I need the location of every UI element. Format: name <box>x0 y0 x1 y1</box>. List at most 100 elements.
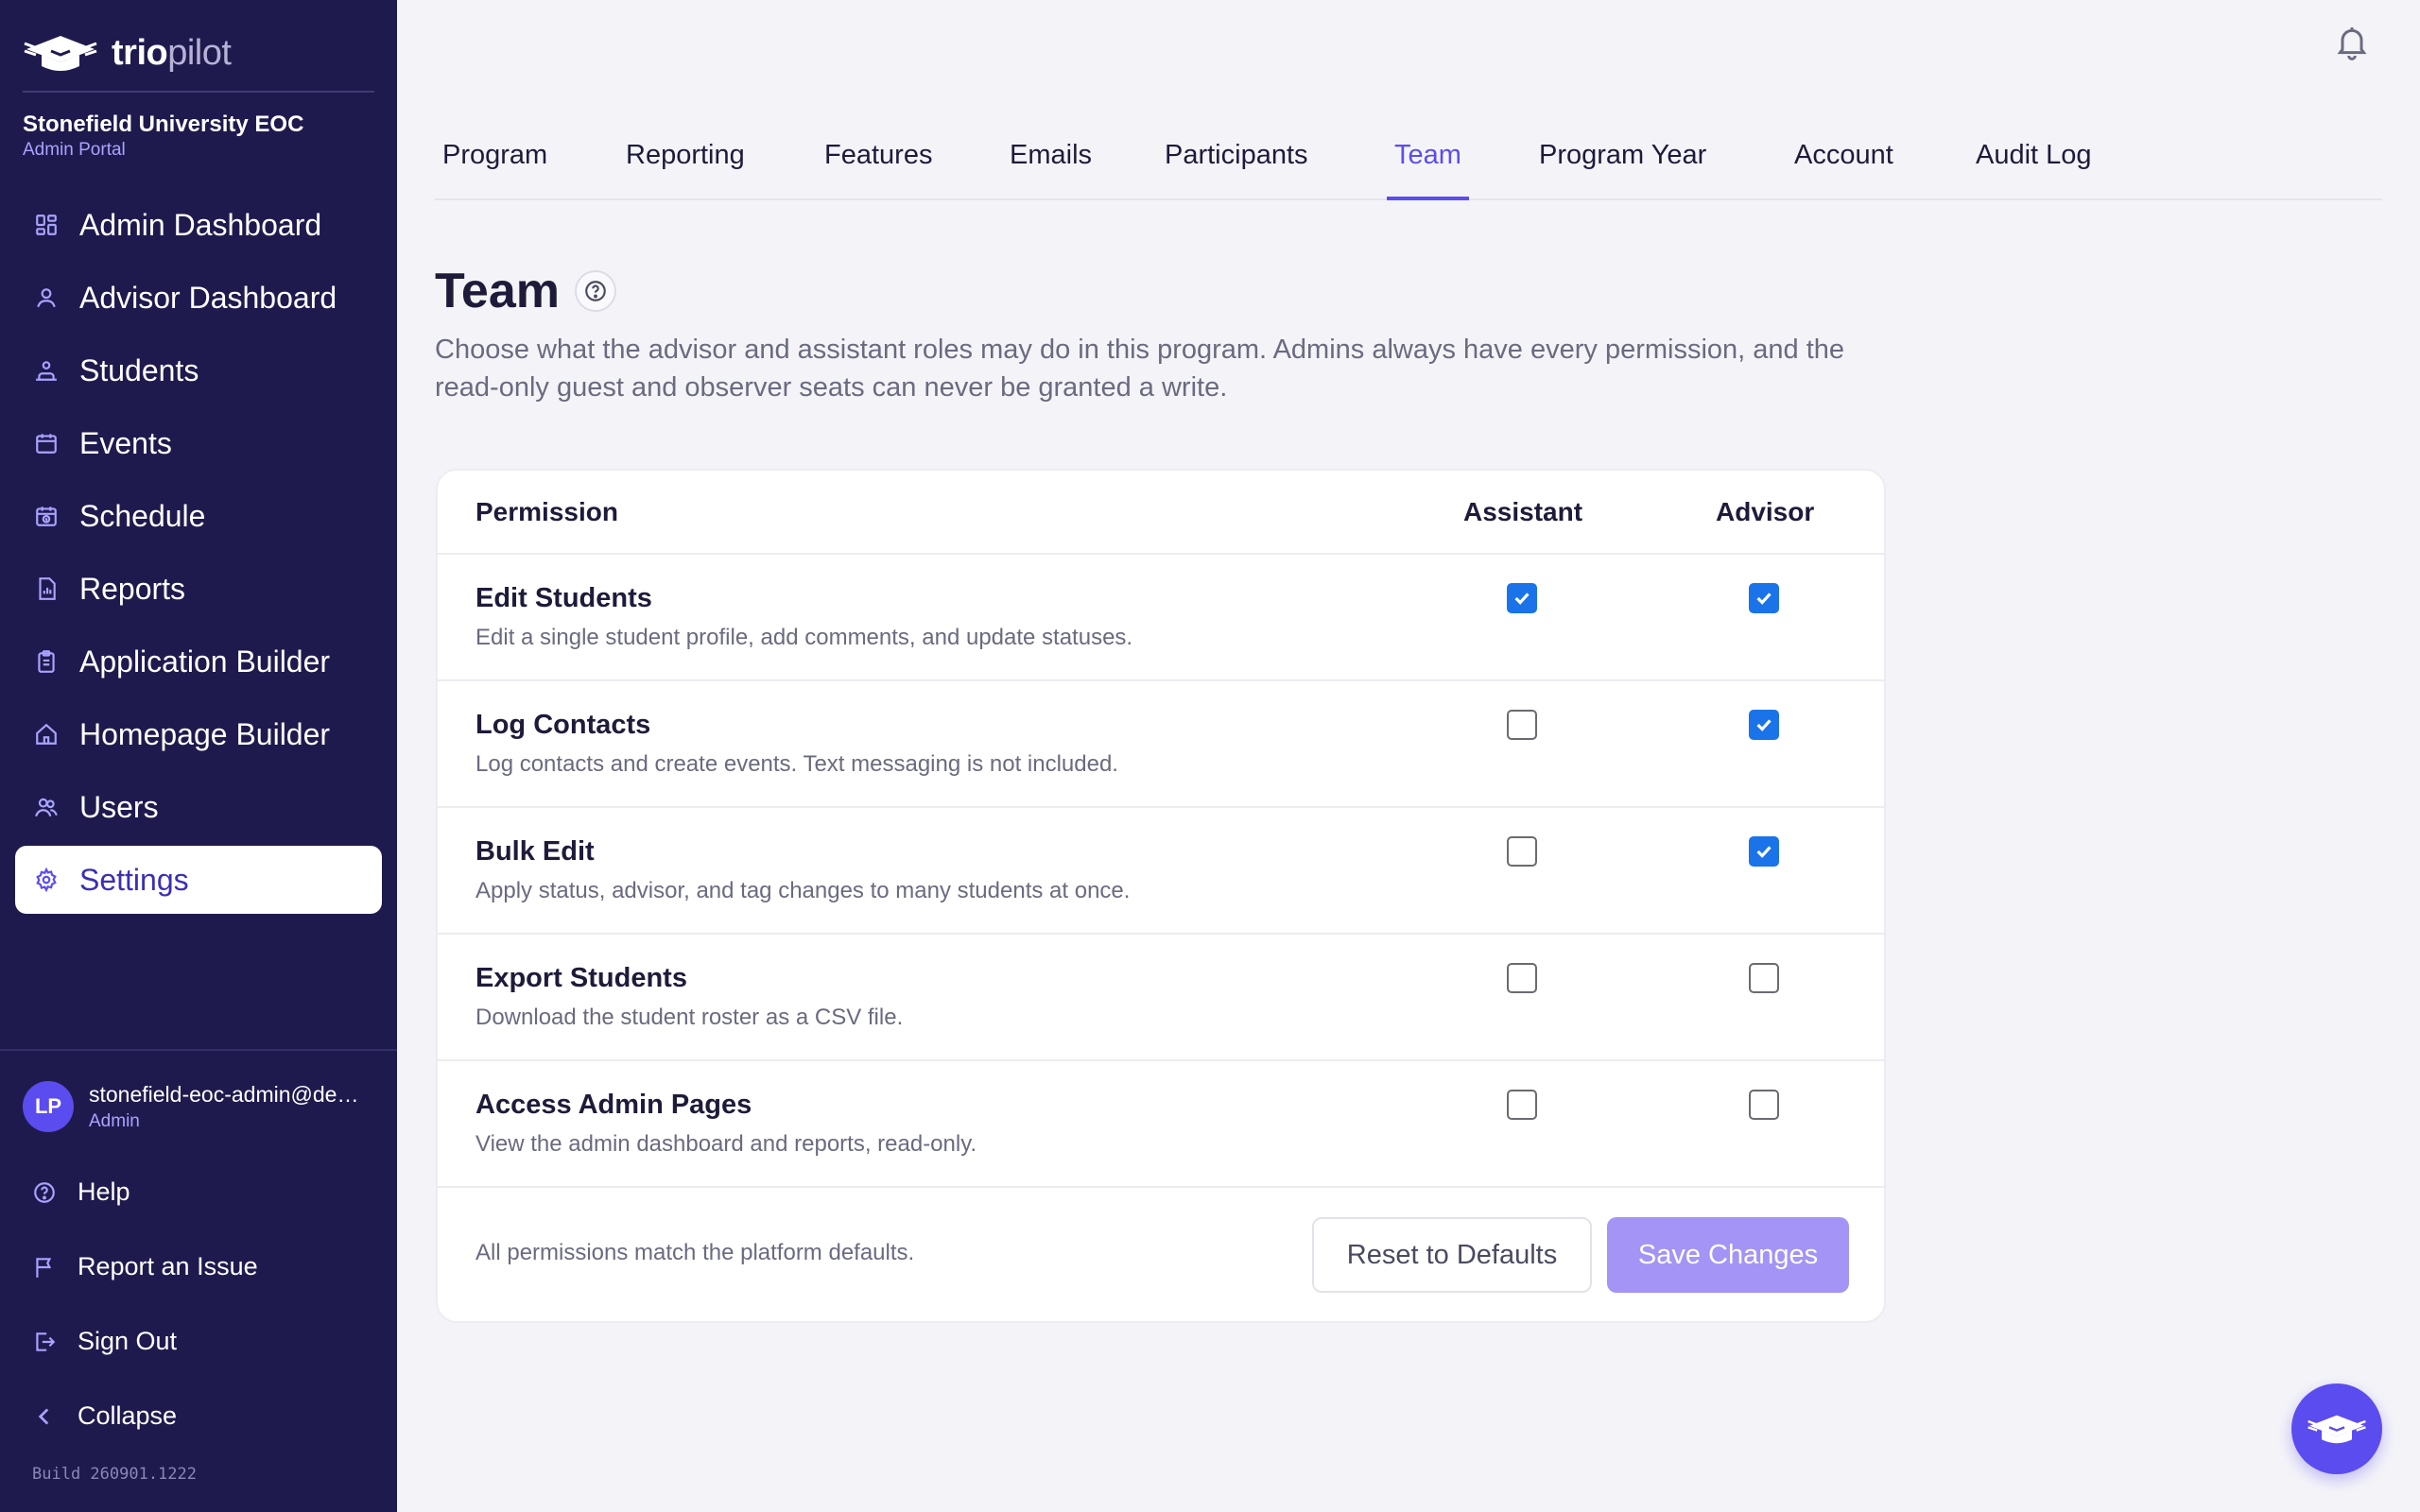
sidebar-item-students[interactable]: Students <box>15 336 382 404</box>
tab-features[interactable]: Features <box>817 132 940 200</box>
table-row: Bulk Edit Apply status, advisor, and tag… <box>438 808 1884 935</box>
build-version: Build 260901.1222 <box>32 1465 197 1484</box>
user-profile[interactable]: LP stonefield-eoc-admin@demo.triopilot.c… <box>23 1081 372 1132</box>
permission-description: Log contacts and create events. Text mes… <box>475 751 1118 777</box>
sidebar-item-label: Homepage Builder <box>79 716 331 751</box>
report-issue-label: Report an Issue <box>78 1252 258 1280</box>
chevron-left-icon <box>30 1402 59 1431</box>
sidebar-item-label: Users <box>79 789 159 824</box>
assistant-checkbox[interactable] <box>1507 963 1537 993</box>
sidebar-item-homepage-builder[interactable]: Homepage Builder <box>15 700 382 768</box>
person-icon <box>32 284 60 312</box>
help-label: Help <box>78 1177 130 1206</box>
help-circle-icon[interactable] <box>574 270 616 312</box>
home-icon <box>32 720 60 748</box>
assistant-checkbox[interactable] <box>1507 836 1537 867</box>
students-icon <box>32 356 60 385</box>
divider <box>0 1049 397 1051</box>
notifications-bell-icon[interactable] <box>2333 23 2371 60</box>
sidebar-item-users[interactable]: Users <box>15 773 382 841</box>
permission-description: Edit a single student profile, add comme… <box>475 625 1133 650</box>
permission-name: Log Contacts <box>475 710 651 740</box>
help-link[interactable]: Help <box>15 1155 382 1229</box>
table-row: Access Admin Pages View the admin dashbo… <box>438 1061 1884 1188</box>
permission-description: View the admin dashboard and reports, re… <box>475 1131 977 1157</box>
permission-name: Bulk Edit <box>475 836 595 867</box>
page-title: Team <box>435 264 560 318</box>
sidebar-item-advisor-dashboard[interactable]: Advisor Dashboard <box>15 264 382 332</box>
permission-name: Edit Students <box>475 583 652 613</box>
report-icon <box>32 575 60 603</box>
avatar: LP <box>23 1081 74 1132</box>
gear-icon <box>32 866 60 894</box>
flag-icon <box>30 1253 59 1281</box>
table-row: Export Students Download the student ros… <box>438 935 1884 1061</box>
permissions-card: Permission Assistant Advisor Edit Studen… <box>436 469 1886 1323</box>
sidebar-footer-links: Help Report an Issue Sign Out Collapse <box>15 1155 382 1453</box>
sidebar-item-application-builder[interactable]: Application Builder <box>15 627 382 696</box>
tab-emails[interactable]: Emails <box>1002 132 1099 200</box>
org-name: Stonefield University EOC <box>23 112 304 137</box>
column-header-advisor: Advisor <box>1716 497 1815 526</box>
permission-name: Export Students <box>475 963 687 993</box>
save-changes-button[interactable]: Save Changes <box>1607 1217 1849 1293</box>
sidebar-item-label: Reports <box>79 571 186 606</box>
table-header: Permission Assistant Advisor <box>438 471 1884 555</box>
assistant-checkbox[interactable] <box>1507 710 1537 740</box>
help-circle-icon <box>30 1178 59 1207</box>
dashboard-icon <box>32 211 60 239</box>
tab-reporting[interactable]: Reporting <box>618 132 752 200</box>
advisor-checkbox[interactable] <box>1749 710 1779 740</box>
advisor-checkbox[interactable] <box>1749 836 1779 867</box>
graduation-cap-logo-icon <box>24 36 97 71</box>
assistant-checkbox[interactable] <box>1507 583 1537 613</box>
sign-out-link[interactable]: Sign Out <box>15 1304 382 1379</box>
tab-team[interactable]: Team <box>1387 132 1469 200</box>
reset-defaults-button[interactable]: Reset to Defaults <box>1312 1217 1592 1293</box>
table-row: Log Contacts Log contacts and create eve… <box>438 681 1884 808</box>
schedule-icon <box>32 502 60 530</box>
calendar-icon <box>32 429 60 457</box>
tab-program[interactable]: Program <box>435 132 555 200</box>
user-email: stonefield-eoc-admin@demo.triopilot.com <box>89 1081 372 1107</box>
defaults-status: All permissions match the platform defau… <box>475 1240 915 1265</box>
tab-program-year[interactable]: Program Year <box>1531 132 1714 200</box>
tab-audit-log[interactable]: Audit Log <box>1968 132 2100 200</box>
sidebar-item-label: Application Builder <box>79 644 331 679</box>
users-icon <box>32 793 60 821</box>
user-role: Admin <box>89 1110 140 1131</box>
collapse-sidebar-button[interactable]: Collapse <box>15 1379 382 1453</box>
brand-name: triopilot <box>112 32 232 73</box>
column-header-assistant: Assistant <box>1463 497 1583 526</box>
graduation-cap-icon <box>2308 1415 2366 1444</box>
sidebar-nav: Admin Dashboard Advisor Dashboard Studen… <box>15 191 382 919</box>
sign-out-label: Sign Out <box>78 1327 178 1355</box>
sidebar-item-schedule[interactable]: Schedule <box>15 482 382 550</box>
table-row: Edit Students Edit a single student prof… <box>438 555 1884 681</box>
advisor-checkbox[interactable] <box>1749 583 1779 613</box>
advisor-checkbox[interactable] <box>1749 1090 1779 1120</box>
sidebar-item-settings[interactable]: Settings <box>15 846 382 914</box>
page-title-row: Team <box>435 263 616 319</box>
tab-participants[interactable]: Participants <box>1157 132 1316 200</box>
sidebar-item-label: Advisor Dashboard <box>79 280 337 315</box>
sidebar-item-label: Events <box>79 425 172 460</box>
sidebar-item-events[interactable]: Events <box>15 409 382 477</box>
portal-label: Admin Portal <box>23 140 126 160</box>
divider <box>23 91 374 93</box>
sign-out-icon <box>30 1328 59 1356</box>
sidebar-item-label: Students <box>79 352 199 387</box>
report-issue-link[interactable]: Report an Issue <box>15 1229 382 1304</box>
sidebar-item-admin-dashboard[interactable]: Admin Dashboard <box>15 191 382 259</box>
assistant-checkbox[interactable] <box>1507 1090 1537 1120</box>
assistant-fab-button[interactable] <box>2291 1383 2382 1474</box>
column-header-permission: Permission <box>475 497 618 526</box>
clipboard-icon <box>32 647 60 676</box>
brand-logo[interactable]: triopilot <box>23 26 232 79</box>
advisor-checkbox[interactable] <box>1749 963 1779 993</box>
tab-account[interactable]: Account <box>1787 132 1901 200</box>
permission-description: Download the student roster as a CSV fil… <box>475 1005 904 1030</box>
sidebar: triopilot Stonefield University EOC Admi… <box>0 0 397 1512</box>
sidebar-item-label: Schedule <box>79 498 206 533</box>
sidebar-item-reports[interactable]: Reports <box>15 555 382 623</box>
